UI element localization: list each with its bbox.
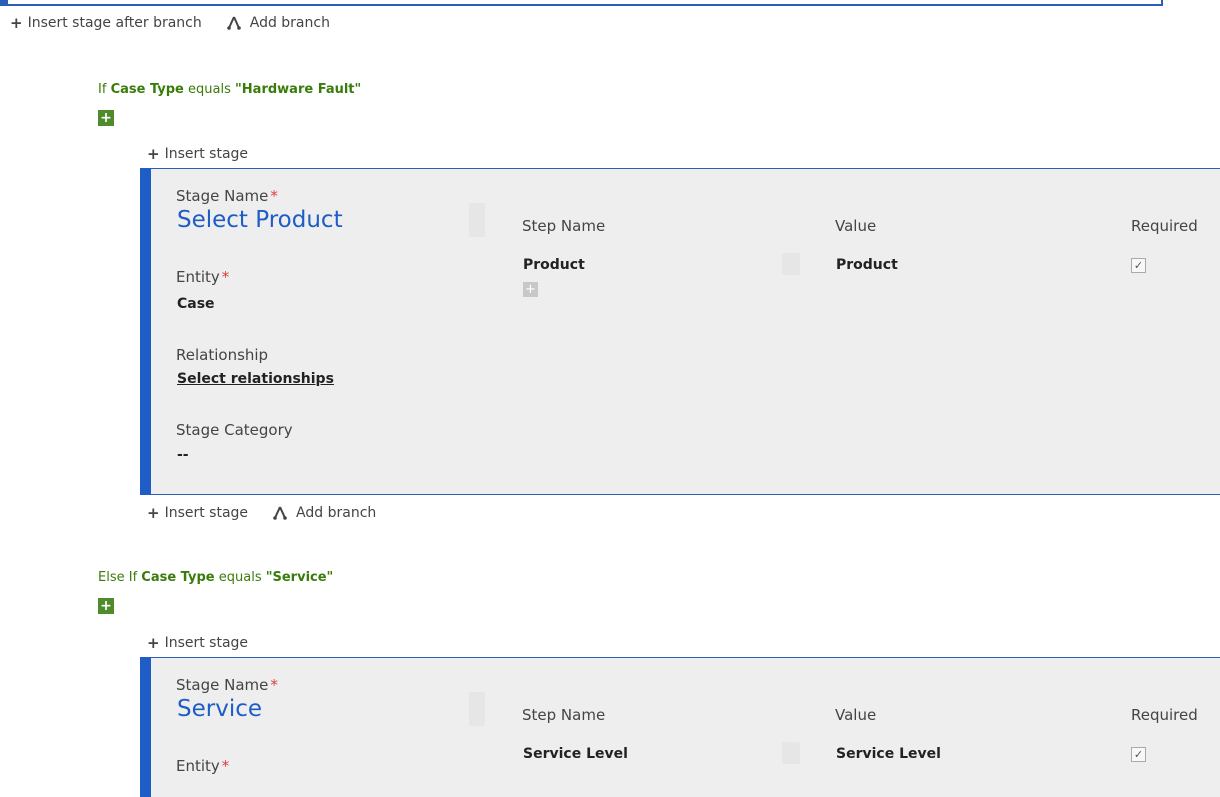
plus-icon: +: [147, 144, 160, 163]
relationship-label: Relationship: [176, 346, 269, 364]
step-name-value[interactable]: Service Level: [523, 746, 628, 762]
checkbox-checked-icon[interactable]: ✓: [1131, 747, 1146, 762]
step-field-value[interactable]: Product: [836, 257, 898, 273]
condition-value: "Service": [265, 570, 334, 585]
stage-category-label: Stage Category: [176, 421, 293, 439]
condition-field: Case Type: [110, 82, 184, 97]
condition-operator: equals: [188, 82, 231, 97]
stage-name-label: Stage Name *: [176, 676, 278, 694]
value-column-header: Value: [835, 217, 877, 235]
stage-name-value[interactable]: Service: [177, 696, 262, 722]
entity-label: Entity *: [176, 757, 230, 775]
add-branch-label: Add branch: [249, 15, 330, 31]
entity-label: Entity *: [176, 268, 230, 286]
select-relationships-link[interactable]: Select relationships: [177, 371, 334, 387]
insert-stage-after-button[interactable]: + Insert stage Add branch: [147, 505, 376, 521]
condition-field: Case Type: [141, 570, 215, 585]
insert-stage-button[interactable]: + Insert stage: [147, 146, 248, 162]
insert-stage-label: Insert stage: [164, 146, 249, 162]
value-column-header: Value: [835, 706, 877, 724]
plus-icon: +: [10, 13, 23, 32]
drag-handle[interactable]: [469, 203, 485, 237]
required-column-header: Required: [1131, 217, 1198, 235]
insert-stage-label: Insert stage: [164, 505, 249, 521]
add-condition-icon[interactable]: +: [98, 598, 114, 614]
add-condition-icon[interactable]: +: [98, 110, 114, 126]
step-drag-handle[interactable]: [782, 742, 800, 764]
stage-name-label: Stage Name *: [176, 187, 278, 205]
previous-stage-card: [0, 0, 1163, 6]
add-branch-label: Add branch: [296, 505, 377, 521]
branch-condition-1[interactable]: If Case Type equals "Hardware Fault": [98, 82, 361, 97]
branch-condition-2[interactable]: Else If Case Type equals "Service": [98, 570, 333, 585]
checkbox-checked-icon[interactable]: ✓: [1131, 258, 1146, 273]
insert-stage-after-branch-button[interactable]: + Insert stage after branch Add branch: [10, 15, 330, 31]
stage-name-value[interactable]: Select Product: [177, 207, 343, 233]
stage-card-select-product[interactable]: Stage Name * Select Product Entity * Case …: [140, 168, 1220, 495]
step-name-column-header: Step Name: [522, 217, 606, 235]
stage-category-value: --: [177, 447, 189, 463]
step-name-value[interactable]: Product: [523, 257, 585, 273]
step-field-value[interactable]: Service Level: [836, 746, 941, 762]
condition-prefix: Else If: [98, 570, 138, 585]
insert-stage-button[interactable]: + Insert stage: [147, 635, 248, 651]
drag-handle[interactable]: [469, 692, 485, 726]
required-column-header: Required: [1131, 706, 1198, 724]
plus-icon: +: [147, 503, 160, 522]
step-drag-handle[interactable]: [782, 253, 800, 275]
stage-card-service[interactable]: Stage Name * Service Entity * Step Name Va…: [140, 657, 1220, 797]
step-name-column-header: Step Name: [522, 706, 606, 724]
entity-value: Case: [177, 296, 215, 312]
insert-stage-label: Insert stage: [164, 635, 249, 651]
condition-value: "Hardware Fault": [235, 82, 362, 97]
condition-prefix: If: [98, 82, 107, 97]
insert-stage-after-branch-label: Insert stage after branch: [27, 15, 202, 31]
plus-icon: +: [147, 633, 160, 652]
condition-operator: equals: [218, 570, 262, 585]
add-step-icon[interactable]: +: [523, 282, 538, 297]
branch-icon: [226, 16, 241, 30]
branch-icon: [273, 506, 287, 520]
